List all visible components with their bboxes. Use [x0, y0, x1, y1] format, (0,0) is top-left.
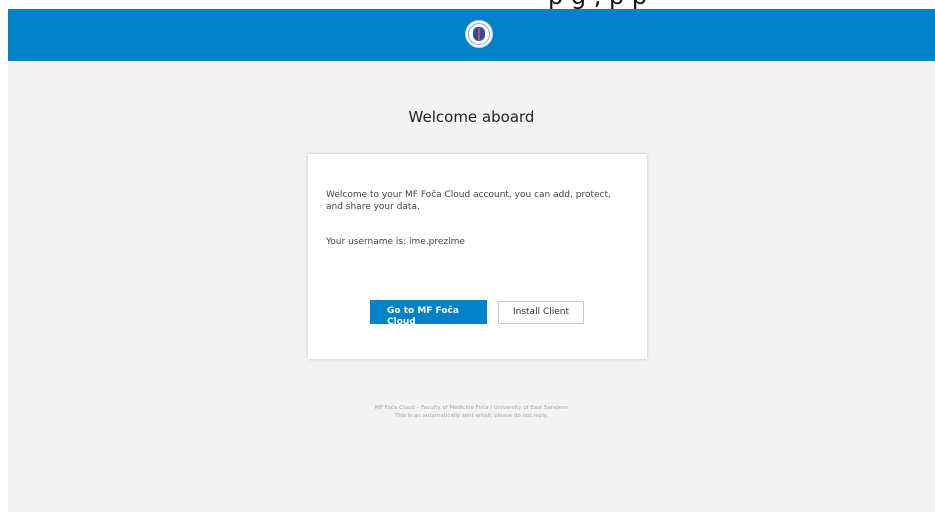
- university-seal-icon: [465, 20, 493, 48]
- go-to-cloud-button[interactable]: Go to MF Foča Cloud: [370, 300, 487, 324]
- welcome-message: Welcome to your MF Foča Cloud account, y…: [326, 190, 611, 212]
- footer-line-1: MF Foča Cloud – Faculty of Medicine Foča…: [375, 405, 568, 411]
- top-crop-fragment: p g , p p: [0, 0, 935, 9]
- footer: MF Foča Cloud – Faculty of Medicine Foča…: [8, 404, 935, 420]
- footer-line-2: This is an automatically sent email, ple…: [394, 413, 549, 419]
- email-frame: Welcome aboard Welcome to your MF Foča C…: [8, 9, 935, 512]
- go-to-cloud-button-label: Go to MF Foča Cloud: [387, 306, 459, 324]
- welcome-card: Welcome to your MF Foča Cloud account, y…: [308, 154, 647, 359]
- cropped-text: p g , p p: [548, 0, 647, 8]
- username-line: Your username is: ime.prezime: [326, 237, 465, 247]
- install-client-button[interactable]: Install Client: [498, 301, 584, 324]
- header-bar: [8, 9, 935, 61]
- page-title: Welcome aboard: [408, 108, 535, 126]
